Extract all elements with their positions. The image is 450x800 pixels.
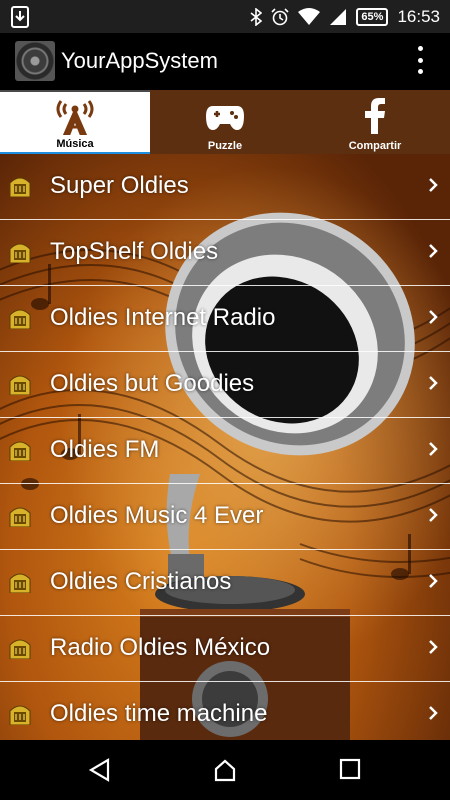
- station-item[interactable]: Oldies Internet Radio: [0, 286, 450, 352]
- station-label: Oldies FM: [50, 436, 160, 463]
- app-bar: YourAppSystem: [0, 33, 450, 90]
- gamepad-icon: [206, 106, 244, 130]
- radio-icon: [9, 639, 31, 659]
- system-nav-bar: [0, 740, 450, 800]
- station-label: TopShelf Oldies: [50, 238, 219, 265]
- station-item[interactable]: Oldies FM: [0, 418, 450, 484]
- wifi-icon: [298, 7, 321, 25]
- alarm-icon: [271, 7, 289, 25]
- download-notification-icon: [11, 6, 29, 28]
- tab-label: Música: [56, 138, 94, 150]
- station-item[interactable]: Oldies Music 4 Ever: [0, 484, 450, 550]
- tab-compartir[interactable]: Compartir: [300, 90, 450, 154]
- overflow-menu-icon[interactable]: [418, 46, 424, 74]
- signal-icon: [330, 8, 347, 25]
- station-label: Super Oldies: [50, 172, 189, 199]
- station-list-area[interactable]: Super Oldies TopShelf Oldies Oldies Inte: [0, 154, 450, 740]
- station-item[interactable]: Oldies time machine: [0, 682, 450, 740]
- tab-label: Puzzle: [207, 140, 243, 152]
- chevron-right-icon: [429, 244, 438, 258]
- radio-icon: [9, 177, 31, 197]
- station-label: Oldies Music 4 Ever: [50, 502, 264, 529]
- tab-puzzle[interactable]: Puzzle: [150, 90, 300, 154]
- tab-bar: Música Puzzle Compartir: [0, 90, 450, 154]
- radio-icon: [9, 705, 31, 725]
- home-icon[interactable]: [213, 758, 237, 782]
- chevron-right-icon: [429, 508, 438, 522]
- chevron-right-icon: [429, 442, 438, 456]
- app-logo-icon: [15, 41, 55, 81]
- station-label: Oldies but Goodies: [50, 370, 255, 397]
- station-label: Oldies time machine: [50, 700, 268, 727]
- radio-icon: [9, 375, 31, 395]
- app-title: YourAppSystem: [61, 48, 218, 73]
- battery-indicator: 65%: [356, 7, 389, 26]
- station-item[interactable]: Radio Oldies México: [0, 616, 450, 682]
- station-item[interactable]: TopShelf Oldies: [0, 220, 450, 286]
- station-label: Oldies Internet Radio: [50, 304, 276, 331]
- station-item[interactable]: Oldies but Goodies: [0, 352, 450, 418]
- radio-icon: [9, 309, 31, 329]
- status-bar: 65% 16:53: [0, 0, 450, 33]
- chevron-right-icon: [429, 310, 438, 324]
- station-item[interactable]: Oldies Cristianos: [0, 550, 450, 616]
- radio-icon: [9, 441, 31, 461]
- radio-tower-icon: [56, 100, 94, 135]
- facebook-icon: [365, 98, 385, 134]
- radio-icon: [9, 573, 31, 593]
- chevron-right-icon: [429, 706, 438, 720]
- station-label: Radio Oldies México: [50, 634, 271, 661]
- status-clock: 16:53: [397, 6, 440, 26]
- station-item[interactable]: Super Oldies: [0, 154, 450, 220]
- station-list: Super Oldies TopShelf Oldies Oldies Inte: [0, 154, 450, 740]
- tab-label: Compartir: [348, 140, 402, 152]
- chevron-right-icon: [429, 178, 438, 192]
- tab-musica[interactable]: Música: [0, 90, 150, 154]
- back-icon[interactable]: [88, 758, 110, 782]
- radio-icon: [9, 243, 31, 263]
- bluetooth-icon: [250, 7, 263, 26]
- chevron-right-icon: [429, 640, 438, 654]
- chevron-right-icon: [429, 376, 438, 390]
- radio-icon: [9, 507, 31, 527]
- recents-icon[interactable]: [339, 758, 361, 780]
- station-label: Oldies Cristianos: [50, 568, 232, 595]
- chevron-right-icon: [429, 574, 438, 588]
